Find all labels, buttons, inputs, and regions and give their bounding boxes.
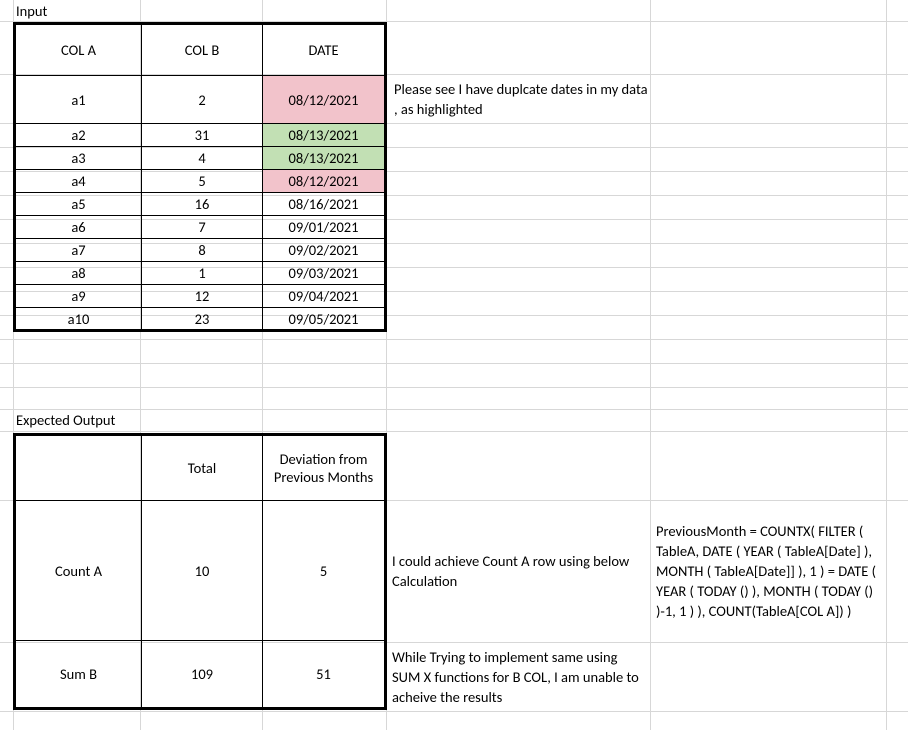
cell-col-a: a3 [15, 147, 142, 170]
output-header-deviation: Deviation from Previous Months [263, 435, 386, 501]
formula-previous-month: PreviousMonth = COUNTX( FILTER ( TableA,… [652, 502, 884, 640]
cell-col-b: 12 [142, 285, 263, 308]
cell-date: 08/12/2021 [263, 170, 386, 193]
cell-col-a: a1 [15, 76, 142, 124]
cell-col-b: 2 [142, 76, 263, 124]
cell-date: 08/13/2021 [263, 147, 386, 170]
cell-col-a: a6 [15, 216, 142, 239]
output-header-total: Total [142, 435, 263, 501]
cell-col-b: 5 [142, 170, 263, 193]
output-row-label: Count A [15, 501, 142, 641]
input-table-row: a8109/03/2021 [15, 262, 386, 285]
cell-date: 09/02/2021 [263, 239, 386, 262]
output-row-label: Sum B [15, 641, 142, 709]
input-table: COL A COL B DATE a1208/12/2021a23108/13/… [13, 22, 387, 332]
input-header-col-b: COL B [142, 24, 263, 76]
cell-col-b: 23 [142, 308, 263, 331]
cell-date: 08/16/2021 [263, 193, 386, 216]
input-table-row: a7809/02/2021 [15, 239, 386, 262]
cell-date: 09/05/2021 [263, 308, 386, 331]
cell-date: 08/12/2021 [263, 76, 386, 124]
cell-col-b: 7 [142, 216, 263, 239]
input-table-header-row: COL A COL B DATE [15, 24, 386, 76]
note-sum-b: While Trying to implement same using SUM… [388, 644, 646, 710]
output-row-sum-b: Sum B 109 51 [15, 641, 386, 709]
cell-col-b: 1 [142, 262, 263, 285]
input-table-row: a23108/13/2021 [15, 124, 386, 147]
input-header-date: DATE [263, 24, 386, 76]
cell-col-a: a9 [15, 285, 142, 308]
cell-col-b: 16 [142, 193, 263, 216]
cell-col-a: a8 [15, 262, 142, 285]
input-table-row: a6709/01/2021 [15, 216, 386, 239]
cell-col-a: a7 [15, 239, 142, 262]
cell-col-b: 31 [142, 124, 263, 147]
output-row-total: 10 [142, 501, 263, 641]
cell-col-a: a10 [15, 308, 142, 331]
cell-col-a: a5 [15, 193, 142, 216]
section-label-input: Input [14, 1, 47, 22]
cell-col-a: a4 [15, 170, 142, 193]
note-count-a: I could achieve Count A row using below … [388, 502, 646, 640]
cell-date: 09/01/2021 [263, 216, 386, 239]
output-header-blank [15, 435, 142, 501]
output-row-count-a: Count A 10 5 [15, 501, 386, 641]
input-table-row: a51608/16/2021 [15, 193, 386, 216]
input-table-row: a91209/04/2021 [15, 285, 386, 308]
spreadsheet-sheet: Input COL A COL B DATE a1208/12/2021a231… [0, 0, 908, 730]
cell-col-b: 8 [142, 239, 263, 262]
cell-col-a: a2 [15, 124, 142, 147]
input-header-col-a: COL A [15, 24, 142, 76]
cell-date: 08/13/2021 [263, 124, 386, 147]
input-table-row: a1208/12/2021 [15, 76, 386, 124]
section-label-expected-output: Expected Output [14, 410, 115, 431]
input-table-row: a102309/05/2021 [15, 308, 386, 331]
cell-date: 09/04/2021 [263, 285, 386, 308]
input-table-row: a4508/12/2021 [15, 170, 386, 193]
input-table-row: a3408/13/2021 [15, 147, 386, 170]
cell-col-b: 4 [142, 147, 263, 170]
cell-date: 09/03/2021 [263, 262, 386, 285]
output-table: Total Deviation from Previous Months Cou… [13, 433, 387, 710]
output-table-header-row: Total Deviation from Previous Months [15, 435, 386, 501]
output-row-deviation: 5 [263, 501, 386, 641]
output-row-deviation: 51 [263, 641, 386, 709]
output-row-total: 109 [142, 641, 263, 709]
note-duplicate-dates: Please see I have duplcate dates in my d… [390, 79, 648, 121]
